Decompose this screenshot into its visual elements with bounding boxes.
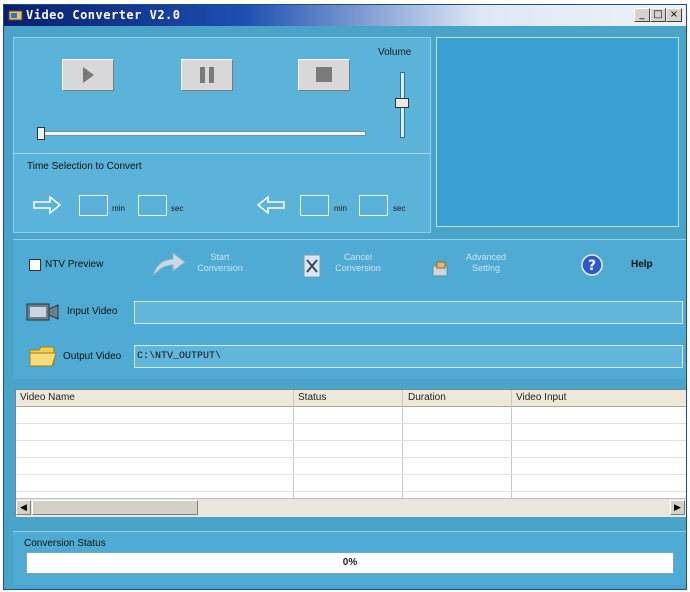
start-min-input[interactable]	[79, 195, 108, 216]
scroll-left-button[interactable]: ◀	[16, 500, 31, 515]
end-sec-input[interactable]	[359, 195, 388, 216]
column-separator	[293, 390, 294, 499]
advanced-setting-icon[interactable]	[431, 260, 451, 278]
start-sec-input[interactable]	[138, 195, 167, 216]
advanced-setting-button[interactable]: Advanced Setting	[455, 252, 517, 274]
column-separator	[402, 390, 403, 499]
arrow-right-icon	[33, 195, 61, 215]
minimize-button[interactable]: _	[634, 8, 650, 22]
scroll-right-button[interactable]: ▶	[670, 500, 685, 515]
column-header[interactable]: Video Name	[20, 392, 75, 403]
conversion-status-label: Conversion Status	[24, 538, 106, 549]
app-window: Video Converter V2.0 _ □ × Volume Time S…	[3, 4, 687, 590]
player-panel: Volume Time Selection to Convert min sec…	[13, 37, 431, 233]
row-divider	[16, 491, 686, 492]
ntv-preview-checkbox[interactable]	[29, 259, 41, 271]
output-video-label: Output Video	[63, 351, 122, 362]
column-header[interactable]: Status	[298, 392, 326, 403]
pause-button[interactable]	[181, 59, 233, 91]
window-title: Video Converter V2.0	[26, 8, 181, 22]
title-bar[interactable]: Video Converter V2.0 _ □ ×	[4, 5, 686, 26]
start-min-unit: min	[112, 204, 125, 213]
stop-icon	[316, 67, 332, 82]
play-button[interactable]	[62, 59, 114, 91]
help-button[interactable]: Help	[631, 259, 653, 270]
scroll-thumb[interactable]	[32, 500, 198, 515]
actions-panel: NTV Preview Start Conversion Cancel Conv…	[13, 239, 686, 379]
end-min-input[interactable]	[300, 195, 329, 216]
conversion-progress-bar: 0%	[26, 552, 674, 574]
app-icon	[8, 10, 23, 21]
output-video-field[interactable]	[134, 345, 683, 368]
row-divider	[16, 457, 686, 458]
start-sec-unit: sec	[171, 204, 184, 213]
ntv-preview-label: NTV Preview	[45, 259, 104, 270]
input-video-icon	[26, 303, 59, 321]
maximize-button[interactable]: □	[650, 8, 666, 22]
column-separator	[511, 390, 512, 499]
start-conversion-button[interactable]: Start Conversion	[189, 252, 251, 274]
volume-thumb[interactable]	[395, 98, 409, 108]
svg-text:?: ?	[588, 258, 596, 274]
column-header[interactable]: Duration	[408, 392, 446, 403]
divider	[14, 153, 430, 154]
video-list[interactable]: Video Name Status Duration Video Input ◀…	[15, 389, 686, 517]
row-divider	[16, 423, 686, 424]
seek-slider[interactable]	[40, 131, 366, 136]
pause-icon	[200, 67, 214, 83]
row-divider	[16, 474, 686, 475]
cancel-conversion-icon[interactable]	[301, 253, 323, 279]
stop-button[interactable]	[298, 59, 350, 91]
end-sec-unit: sec	[393, 204, 406, 213]
time-selection-label: Time Selection to Convert	[27, 161, 142, 172]
play-icon	[83, 67, 94, 83]
input-video-field[interactable]	[134, 301, 683, 324]
arrow-left-icon	[257, 195, 285, 215]
volume-label: Volume	[378, 47, 412, 58]
progress-text: 0%	[342, 557, 358, 568]
status-panel: Conversion Status 0%	[13, 531, 686, 585]
end-min-unit: min	[334, 204, 347, 213]
input-video-label: Input Video	[67, 306, 118, 317]
cancel-conversion-button[interactable]: Cancel Conversion	[327, 252, 389, 274]
seek-thumb[interactable]	[37, 127, 45, 140]
list-header: Video Name Status Duration Video Input	[16, 390, 686, 407]
close-button[interactable]: ×	[666, 8, 682, 22]
help-icon[interactable]: ?	[581, 254, 603, 276]
row-divider	[16, 440, 686, 441]
column-header[interactable]: Video Input	[516, 392, 566, 403]
video-preview	[436, 37, 679, 227]
start-conversion-icon[interactable]	[151, 250, 187, 278]
output-folder-icon[interactable]	[28, 340, 58, 370]
horizontal-scrollbar[interactable]: ◀ ▶	[16, 498, 686, 517]
